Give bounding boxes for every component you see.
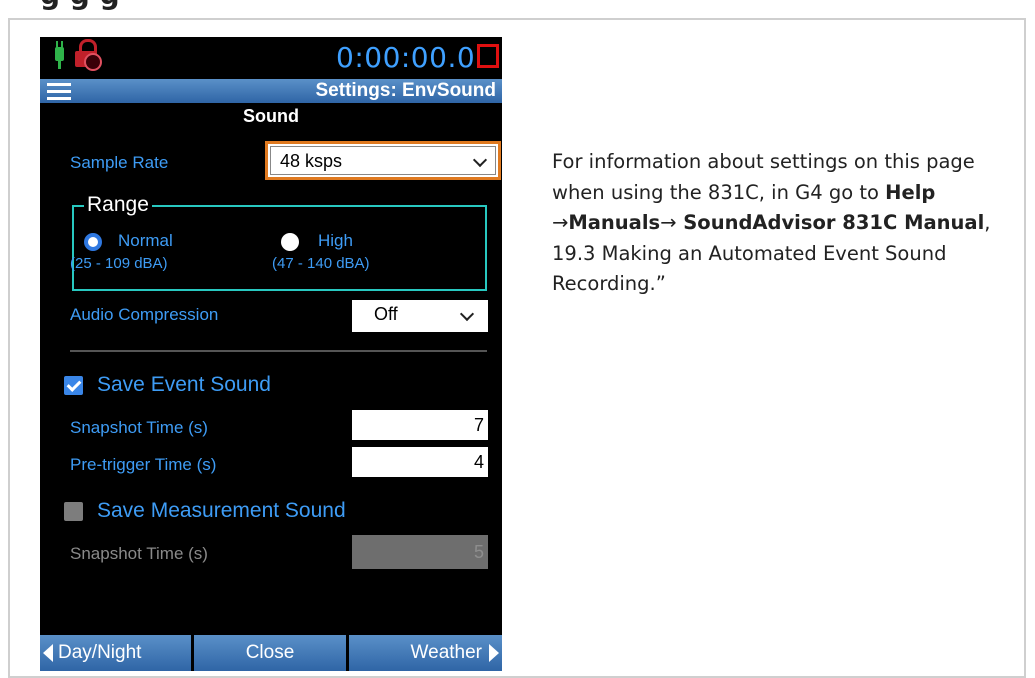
range-high-label: High (318, 231, 353, 250)
power-plug-icon (52, 41, 66, 69)
event-snapshot-input[interactable]: 7 (352, 410, 488, 440)
measurement-snapshot-label: Snapshot Time (s) (70, 544, 208, 563)
range-normal-radio[interactable] (84, 233, 102, 251)
event-snapshot-label: Snapshot Time (s) (70, 418, 208, 437)
save-event-sound-checkbox[interactable] (64, 376, 83, 395)
range-legend: Range (84, 193, 152, 217)
save-event-sound-label: Save Event Sound (97, 373, 271, 396)
arrow-right-icon (489, 644, 499, 662)
header-title: Settings: EnvSound (315, 80, 497, 101)
chevron-down-icon (459, 306, 475, 322)
hamburger-menu-icon[interactable] (47, 83, 71, 100)
day-night-button[interactable]: Day/Night (40, 635, 191, 671)
weather-button[interactable]: Weather (349, 635, 502, 671)
audio-compression-label: Audio Compression (70, 305, 219, 324)
lock-icon (74, 39, 102, 71)
range-high-radio[interactable] (281, 233, 299, 251)
divider (70, 350, 487, 352)
close-button[interactable]: Close (194, 635, 346, 671)
range-normal-label: Normal (118, 231, 173, 250)
settings-header: Settings: EnvSound (40, 79, 502, 103)
audio-compression-value: Off (374, 304, 398, 324)
section-title: Sound (243, 106, 299, 126)
record-stop-icon[interactable] (477, 44, 499, 68)
status-bar: 0:00:00.0 (40, 37, 502, 79)
day-night-label: Day/Night (58, 642, 142, 663)
close-label: Close (245, 642, 295, 663)
weather-label: Weather (410, 642, 482, 663)
info-text: For information about settings on this p… (552, 147, 1002, 300)
sample-rate-select[interactable]: 48 ksps (265, 141, 501, 180)
timer-display: 0:00:00.0 (336, 41, 476, 74)
measurement-snapshot-input: 5 (352, 535, 488, 569)
sample-rate-label: Sample Rate (70, 153, 169, 172)
footer-nav: Day/Night Close Weather (40, 635, 502, 671)
save-measurement-sound-checkbox[interactable] (64, 502, 83, 521)
page-heading-cropped: g g g (40, 0, 120, 11)
audio-compression-select[interactable]: Off (352, 300, 488, 332)
device-screen: 0:00:00.0 Settings: EnvSound Sound Sampl… (40, 37, 502, 671)
range-high-sub: (47 - 140 dBA) (272, 255, 370, 272)
sample-rate-value: 48 ksps (280, 151, 343, 171)
save-measurement-sound-label: Save Measurement Sound (97, 499, 346, 522)
pretrigger-input[interactable]: 4 (352, 447, 488, 477)
pretrigger-label: Pre-trigger Time (s) (70, 455, 217, 474)
arrow-left-icon (43, 644, 53, 662)
range-normal-sub: (25 - 109 dBA) (70, 255, 168, 272)
